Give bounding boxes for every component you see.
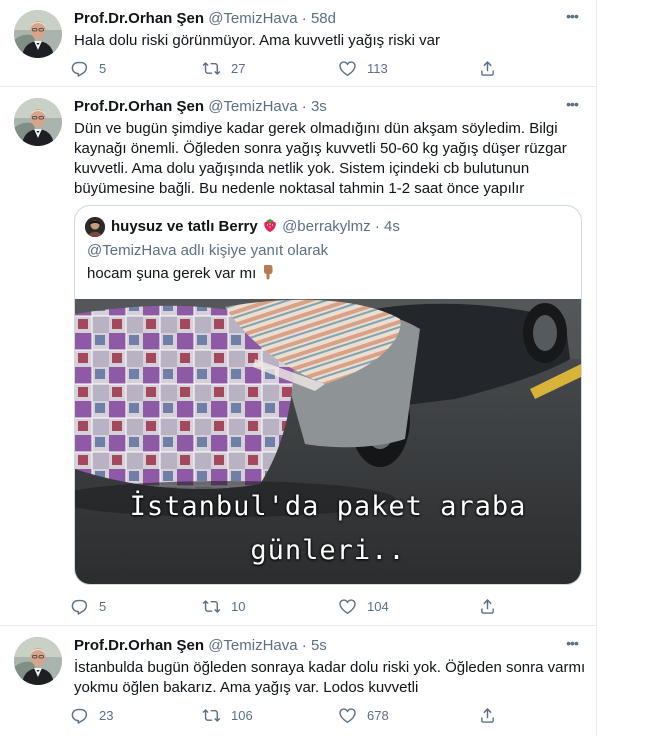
- like-button[interactable]: 104: [338, 596, 389, 616]
- heart-icon: [338, 706, 357, 725]
- more-icon[interactable]: •••: [561, 96, 583, 116]
- reply-button[interactable]: 5: [70, 596, 106, 616]
- author-handle[interactable]: @TemizHava: [208, 637, 297, 654]
- quote-text: hocam şuna gerek var mı: [87, 264, 276, 286]
- separator-dot: ·: [301, 98, 307, 115]
- separator-dot: ·: [301, 10, 307, 27]
- image-caption-line: İstanbul'da paket araba: [129, 491, 527, 522]
- share-icon: [478, 59, 497, 78]
- reply-icon: [70, 59, 89, 78]
- retweet-button[interactable]: 10: [202, 596, 245, 616]
- author-handle[interactable]: @TemizHava: [208, 10, 297, 27]
- pointing-down-icon: [260, 264, 276, 286]
- like-count: 104: [367, 598, 389, 614]
- profile-photo: [14, 10, 62, 58]
- retweet-icon: [202, 597, 221, 616]
- avatar[interactable]: [14, 98, 62, 146]
- author-name[interactable]: Prof.Dr.Orhan Şen: [74, 98, 204, 115]
- like-button[interactable]: 113: [338, 58, 388, 78]
- share-button[interactable]: [478, 596, 497, 616]
- quote-header: huysuz ve tatlı Berry @berrakylmz · 4s: [111, 217, 400, 239]
- quote-author-name[interactable]: huysuz ve tatlı Berry: [111, 218, 258, 235]
- tweet-text-line: kaynağı önemli. Öğleden sonra yağış kuvv…: [74, 140, 567, 157]
- timestamp[interactable]: 58d: [311, 10, 336, 27]
- quote-text-content: hocam şuna gerek var mı: [87, 265, 257, 282]
- separator-dot: ·: [374, 218, 380, 235]
- tweet-actions: 23 106 678: [70, 705, 510, 725]
- avatar[interactable]: [14, 637, 62, 685]
- reply-count: 5: [99, 60, 107, 76]
- share-button[interactable]: [478, 58, 497, 78]
- tweet-text-line: yokmu öğlen bakarız. Ama yağış var. Lodo…: [74, 679, 419, 696]
- heart-icon: [338, 59, 357, 78]
- profile-photo: [14, 637, 62, 685]
- tweet-text-line: İstanbulda bugün öğleden sonraya kadar d…: [74, 659, 586, 676]
- tweet-text-line: Dün ve bugün şimdiye kadar gerek olmadığ…: [74, 120, 558, 137]
- share-icon: [478, 597, 497, 616]
- quote-timestamp[interactable]: 4s: [384, 218, 400, 235]
- tweet-text: İstanbulda bugün öğleden sonraya kadar d…: [74, 658, 586, 698]
- like-count: 678: [367, 707, 389, 723]
- quote-image[interactable]: İstanbul'da paket araba günleri..: [75, 299, 581, 584]
- like-count: 113: [367, 60, 388, 76]
- reply-button[interactable]: 23: [70, 705, 113, 725]
- more-icon[interactable]: •••: [561, 635, 583, 655]
- reply-count: 5: [99, 598, 107, 614]
- quote-avatar[interactable]: [85, 217, 105, 237]
- retweet-count: 27: [231, 60, 246, 76]
- more-icon[interactable]: •••: [561, 8, 583, 28]
- retweet-count: 10: [231, 598, 246, 614]
- tweet[interactable]: Prof.Dr.Orhan Şen @TemizHava · 3s ••• Dü…: [0, 88, 597, 626]
- retweet-icon: [202, 59, 221, 78]
- timestamp[interactable]: 5s: [311, 637, 327, 654]
- reply-icon: [70, 706, 89, 725]
- tweet-actions: 5 27 113: [70, 58, 510, 78]
- quoted-tweet[interactable]: huysuz ve tatlı Berry @berrakylmz · 4s @…: [74, 205, 582, 585]
- share-icon: [478, 706, 497, 725]
- retweet-count: 106: [231, 707, 253, 723]
- author-name[interactable]: Prof.Dr.Orhan Şen: [74, 10, 204, 27]
- tweet-text: Hala dolu riski görünmüyor. Ama kuvvetli…: [74, 32, 440, 49]
- tweet[interactable]: Prof.Dr.Orhan Şen @TemizHava · 5s ••• İs…: [0, 627, 597, 736]
- quote-author-handle[interactable]: @berrakylmz: [282, 218, 371, 235]
- strawberry-icon: [262, 217, 278, 239]
- tweet-header: Prof.Dr.Orhan Şen @TemizHava · 58d: [74, 9, 336, 29]
- author-handle[interactable]: @TemizHava: [208, 98, 297, 115]
- image-caption-line: günleri..: [250, 535, 406, 566]
- tweet-header: Prof.Dr.Orhan Şen @TemizHava · 5s: [74, 636, 327, 656]
- heart-icon: [338, 597, 357, 616]
- like-button[interactable]: 678: [338, 705, 389, 725]
- share-button[interactable]: [478, 705, 497, 725]
- reply-context[interactable]: @TemizHava adlı kişiye yanıt olarak: [87, 241, 328, 261]
- reply-count: 23: [99, 707, 114, 723]
- tweet-header: Prof.Dr.Orhan Şen @TemizHava · 3s: [74, 97, 327, 117]
- tweet-actions: 5 10 104: [70, 596, 510, 616]
- author-name[interactable]: Prof.Dr.Orhan Şen: [74, 637, 204, 654]
- timeline: Prof.Dr.Orhan Şen @TemizHava · 58d ••• H…: [0, 0, 597, 736]
- tweet-text-line: büyümesine bağli. Bu nedenle noktasal ta…: [74, 180, 525, 197]
- tweet-text: Dün ve bugün şimdiye kadar gerek olmadığ…: [74, 119, 574, 199]
- retweet-button[interactable]: 27: [202, 58, 245, 78]
- quote-profile-photo: [85, 217, 105, 237]
- tweet-text-line: kuvvetli. Ama dolu yağışında netlik yok.…: [74, 160, 530, 177]
- retweet-button[interactable]: 106: [202, 705, 253, 725]
- reply-icon: [70, 597, 89, 616]
- retweet-icon: [202, 706, 221, 725]
- tweet[interactable]: Prof.Dr.Orhan Şen @TemizHava · 58d ••• H…: [0, 0, 597, 87]
- profile-photo: [14, 98, 62, 146]
- timestamp[interactable]: 3s: [311, 98, 327, 115]
- avatar[interactable]: [14, 10, 62, 58]
- reply-button[interactable]: 5: [70, 58, 106, 78]
- separator-dot: ·: [301, 637, 307, 654]
